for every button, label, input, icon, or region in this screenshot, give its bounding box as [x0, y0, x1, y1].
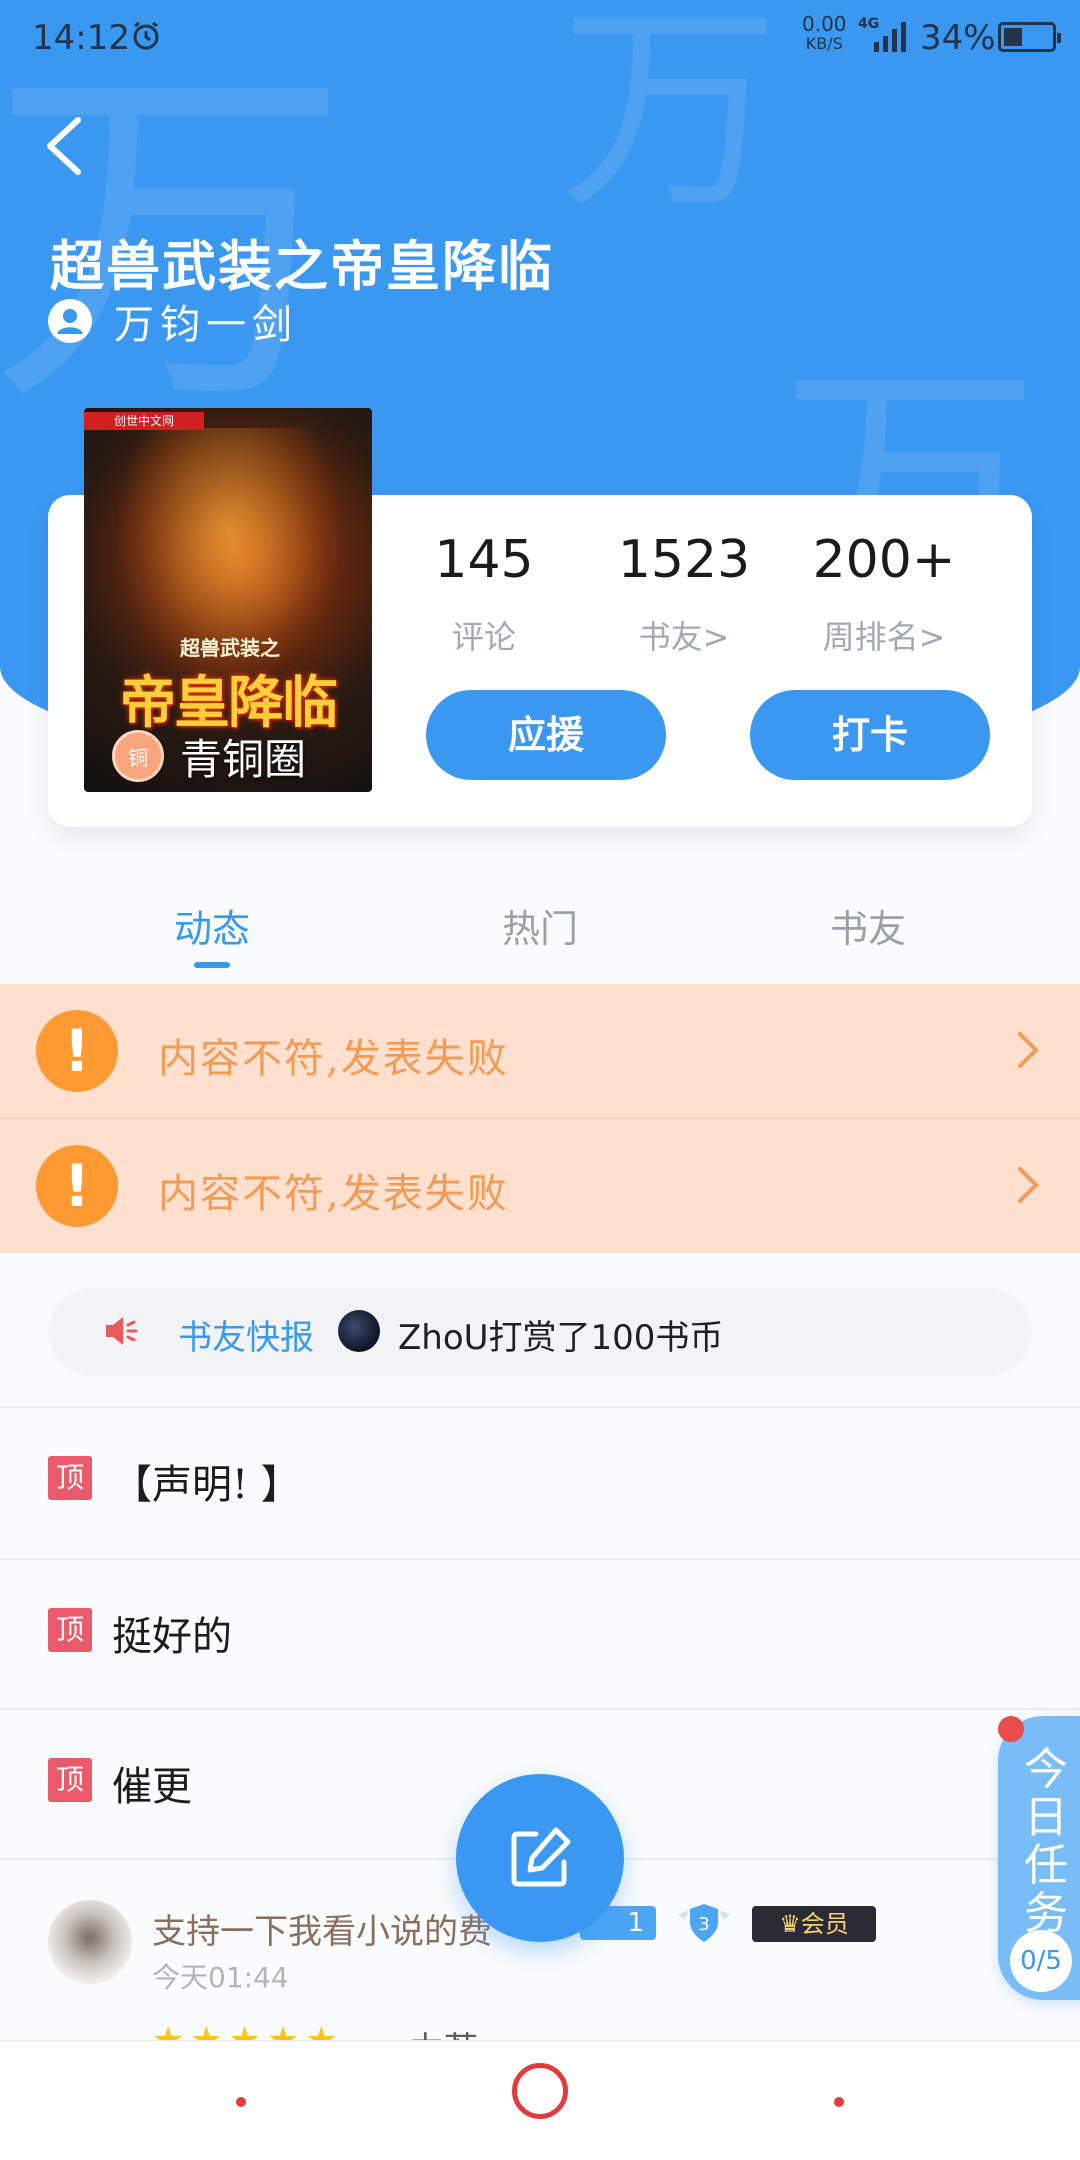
- post-time: 今天01:44: [152, 1961, 289, 1994]
- net-speed: 0.00 KB/S: [802, 14, 847, 54]
- nav-back-button[interactable]: [834, 2097, 844, 2107]
- news-label: 书友快报: [178, 1318, 314, 1358]
- signal-icon: [874, 22, 906, 52]
- author-name: 万钧一剑: [114, 302, 298, 348]
- vip-badge: ♛会员: [752, 1906, 876, 1942]
- crown-icon: ♛: [779, 1910, 801, 1938]
- pinned-tag: 顶: [48, 1608, 92, 1652]
- compose-button[interactable]: [456, 1774, 624, 1942]
- shield-badge-icon: 3: [678, 1904, 730, 1942]
- speaker-icon: [106, 1317, 138, 1345]
- tab-hot[interactable]: 热门: [420, 898, 660, 953]
- book-title: 超兽武装之帝皇降临: [50, 235, 554, 298]
- nav-home-button[interactable]: [512, 2063, 568, 2119]
- edit-icon: [511, 1827, 571, 1887]
- avatar[interactable]: [48, 1900, 132, 1984]
- warning-icon: !: [36, 1145, 118, 1227]
- pinned-title: 催更: [112, 1764, 192, 1810]
- news-text: ZhoU打赏了100书币: [398, 1318, 724, 1358]
- stat-weekly-rank[interactable]: 200+ 周排名>: [784, 530, 984, 658]
- tab-activity[interactable]: 动态: [92, 898, 332, 953]
- net-speed-unit: KB/S: [805, 34, 843, 53]
- battery-icon: [998, 22, 1061, 52]
- net-speed-value: 0.00: [802, 12, 847, 36]
- task-progress: 0/5: [1010, 1930, 1072, 1992]
- author-row[interactable]: 万钧一剑: [48, 296, 298, 348]
- tier-badge: 铜 青铜圈: [112, 728, 306, 784]
- stat-label: 书友>: [638, 618, 730, 656]
- battery-percent: 34%: [920, 18, 996, 58]
- chevron-right-icon: [1018, 1032, 1039, 1068]
- post-username[interactable]: 支持一下我看小说的费: [152, 1904, 492, 1953]
- stat-value: 200+: [812, 530, 956, 590]
- pinned-title: 【声明! 】: [112, 1462, 301, 1508]
- tab-bar: 动态 热门 书友: [0, 860, 1080, 980]
- daily-task-tab[interactable]: 今日任务 0/5: [998, 1716, 1080, 2000]
- alarm-icon: [133, 21, 159, 50]
- book-community-page: 万 万 万 14:12 0.00 KB/S 4G 34% 超兽武装之帝皇降临 万…: [0, 0, 1080, 2160]
- avatar: [338, 1310, 380, 1352]
- task-label: 今日任务: [1024, 1744, 1068, 1939]
- nav-menu-button[interactable]: [236, 2097, 246, 2107]
- stat-value: 1523: [617, 530, 751, 590]
- stat-label: 评论: [451, 618, 516, 656]
- status-bar: 14:12 0.00 KB/S 4G 34%: [0, 0, 1080, 74]
- pinned-title: 挺好的: [112, 1614, 232, 1660]
- support-button[interactable]: 应援: [426, 690, 666, 780]
- book-cover[interactable]: 创世中文网 超兽武装之 帝皇降临 铜 青铜圈: [84, 408, 372, 792]
- system-nav-bar: [0, 2040, 1080, 2160]
- notification-dot: [998, 1716, 1024, 1742]
- failed-post-alert[interactable]: ! 内容不符,发表失败: [0, 984, 1080, 1118]
- stat-comments[interactable]: 145 评论: [384, 530, 584, 658]
- warning-icon: !: [36, 1010, 118, 1092]
- pinned-post[interactable]: 顶 【声明! 】: [0, 1408, 1080, 1558]
- tab-readers[interactable]: 书友: [748, 898, 988, 953]
- stat-value: 145: [434, 530, 534, 590]
- back-icon[interactable]: [36, 112, 96, 180]
- stat-label: 周排名>: [822, 618, 946, 656]
- pinned-tag: 顶: [48, 1456, 92, 1500]
- tier-label: 青铜圈: [180, 734, 307, 784]
- chevron-right-icon: [1018, 1167, 1039, 1203]
- publisher-logo: 创世中文网: [84, 412, 204, 430]
- reader-news-ticker[interactable]: 书友快报 ZhoU打赏了100书币: [48, 1288, 1032, 1376]
- shield-level: 3: [698, 1914, 709, 1935]
- cover-subtitle: 超兽武装之: [180, 636, 280, 660]
- active-tab-indicator: [194, 962, 230, 968]
- bronze-medal-icon: 铜: [112, 730, 164, 782]
- pinned-post[interactable]: 顶 挺好的: [0, 1560, 1080, 1710]
- checkin-button[interactable]: 打卡: [750, 690, 990, 780]
- clock: 14:12: [32, 18, 130, 58]
- alert-message: 内容不符,发表失败: [158, 1036, 509, 1082]
- failed-post-alert[interactable]: ! 内容不符,发表失败: [0, 1119, 1080, 1253]
- stat-readers[interactable]: 1523 书友>: [584, 530, 784, 658]
- pinned-tag: 顶: [48, 1758, 92, 1802]
- alert-message: 内容不符,发表失败: [158, 1171, 509, 1217]
- user-icon: [48, 299, 92, 343]
- vip-label: 会员: [800, 1910, 849, 1938]
